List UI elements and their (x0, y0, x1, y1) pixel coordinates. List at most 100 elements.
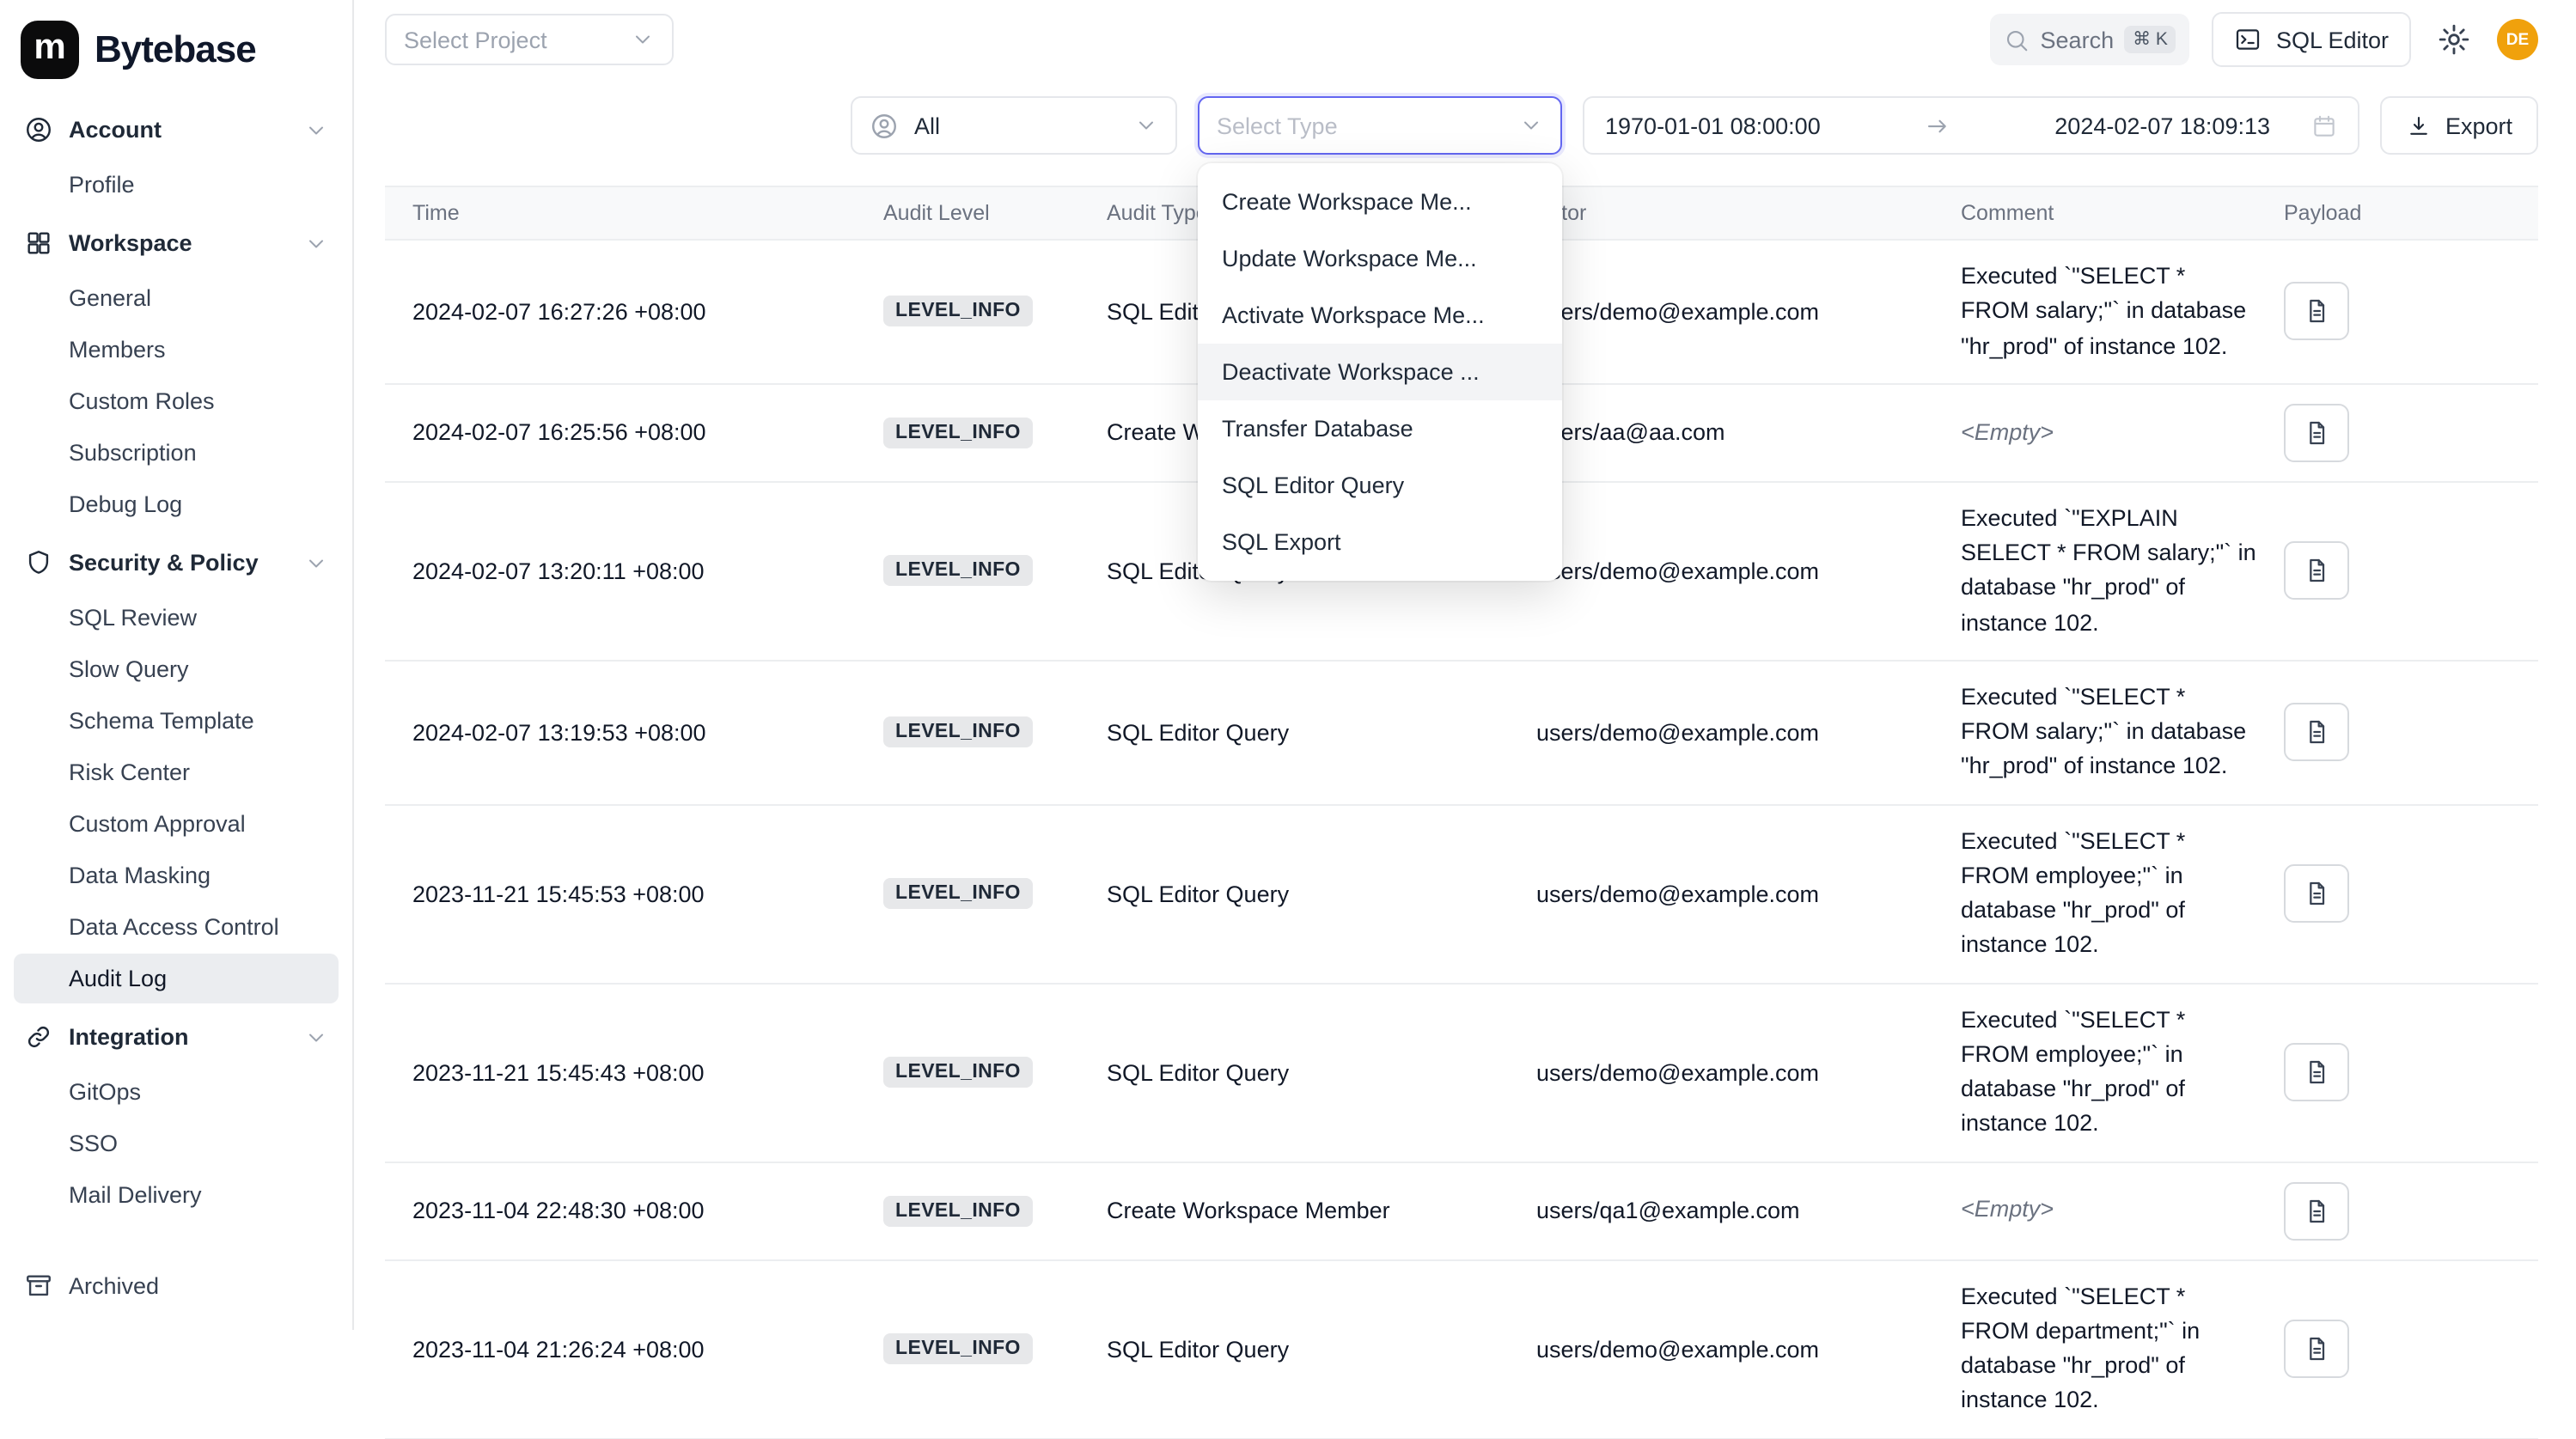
chevron-down-icon (1134, 113, 1158, 137)
table-row: 2023-11-21 15:45:43 +08:00LEVEL_INFOSQL … (385, 984, 2538, 1162)
cell-actor: users/demo@example.com (1536, 862, 1961, 925)
type-option-sql-export[interactable]: SQL Export (1198, 514, 1562, 570)
file-icon (2303, 419, 2330, 447)
sidebar-item-sso[interactable]: SSO (14, 1119, 339, 1168)
sidebar-item-schema-template[interactable]: Schema Template (14, 696, 339, 746)
cell-audit-type: SQL Editor Query (1107, 862, 1536, 925)
sidebar-group-account[interactable]: Account (14, 101, 339, 158)
file-icon (2303, 1058, 2330, 1086)
cell-actor: users/demo@example.com (1536, 540, 1961, 603)
filter-bar: All Select Type Create Workspace Me...Up… (385, 96, 2538, 155)
type-option-deactivate-workspace[interactable]: Deactivate Workspace ... (1198, 344, 1562, 400)
cell-comment: <Empty> (1961, 1174, 2284, 1247)
chevron-down-icon (304, 551, 328, 575)
table-row: 2023-11-21 15:45:53 +08:00LEVEL_INFOSQL … (385, 805, 2538, 984)
project-select[interactable]: Select Project (385, 14, 674, 65)
sidebar-item-members[interactable]: Members (14, 325, 339, 375)
file-icon (2303, 1335, 2330, 1363)
payload-view-button[interactable] (2284, 703, 2349, 761)
cell-actor: users/qa1@example.com (1536, 1179, 1961, 1242)
sidebar-item-data-access-control[interactable]: Data Access Control (14, 902, 339, 952)
sidebar-group-workspace[interactable]: Workspace (14, 215, 339, 271)
cell-time: 2023-11-21 15:45:53 +08:00 (412, 862, 883, 925)
sidebar-item-sql-review[interactable]: SQL Review (14, 593, 339, 643)
sidebar-item-general[interactable]: General (14, 273, 339, 323)
cell-time: 2024-02-07 13:19:53 +08:00 (412, 700, 883, 764)
date-range-picker[interactable]: 1970-01-01 08:00:00 2024-02-07 18:09:13 (1583, 96, 2359, 155)
col-time: Time (412, 201, 883, 225)
cell-audit-level: LEVEL_INFO (883, 859, 1107, 928)
sidebar-item-custom-roles[interactable]: Custom Roles (14, 376, 339, 426)
cell-comment: Executed `"SELECT * FROM department;"` i… (1961, 1260, 2284, 1437)
sidebar-group-security-policy[interactable]: Security & Policy (14, 534, 339, 591)
sidebar-item-data-masking[interactable]: Data Masking (14, 851, 339, 900)
sidebar-group-integration[interactable]: Integration (14, 1009, 339, 1065)
avatar-initials: DE (2506, 30, 2529, 49)
archived-label: Archived (69, 1273, 159, 1299)
type-option-create-workspace-me[interactable]: Create Workspace Me... (1198, 174, 1562, 230)
sidebar-item-mail-delivery[interactable]: Mail Delivery (14, 1170, 339, 1220)
payload-view-button[interactable] (2284, 1320, 2349, 1378)
level-badge: LEVEL_INFO (883, 1333, 1033, 1364)
sidebar-item-debug-log[interactable]: Debug Log (14, 479, 339, 529)
sidebar-item-audit-log[interactable]: Audit Log (14, 954, 339, 1003)
type-option-sql-editor-query[interactable]: SQL Editor Query (1198, 457, 1562, 514)
export-button[interactable]: Export (2380, 96, 2538, 155)
level-badge: LEVEL_INFO (883, 1195, 1033, 1226)
sidebar-item-profile[interactable]: Profile (14, 160, 339, 210)
cell-payload (2284, 1301, 2538, 1397)
cell-audit-type: Create Workspace Member (1107, 1179, 1536, 1242)
type-option-transfer-database[interactable]: Transfer Database (1198, 400, 1562, 457)
cell-time: 2024-02-07 16:27:26 +08:00 (412, 280, 883, 344)
cell-audit-type: SQL Editor Query (1107, 700, 1536, 764)
search-placeholder: Search (2041, 27, 2115, 52)
date-to[interactable]: 2024-02-07 18:09:13 (2054, 113, 2270, 138)
sql-editor-button[interactable]: SQL Editor (2213, 12, 2411, 67)
sidebar-nav: AccountProfileWorkspaceGeneralMembersCus… (0, 96, 352, 1256)
search-icon (2005, 27, 2030, 52)
brand-name: Bytebase (95, 27, 256, 72)
settings-button[interactable] (2433, 19, 2475, 60)
date-from[interactable]: 1970-01-01 08:00:00 (1605, 113, 1821, 138)
sidebar-group-label: Security & Policy (69, 550, 259, 576)
cell-audit-level: LEVEL_INFO (883, 1176, 1107, 1245)
sidebar-group-label: Integration (69, 1024, 189, 1050)
type-filter-placeholder: Select Type (1217, 113, 1338, 138)
type-option-update-workspace-me[interactable]: Update Workspace Me... (1198, 230, 1562, 287)
search-input[interactable]: Search ⌘ K (1991, 14, 2190, 65)
payload-view-button[interactable] (2284, 1181, 2349, 1240)
chevron-down-icon (1519, 113, 1543, 137)
archive-icon (24, 1271, 53, 1301)
cell-time: 2023-11-04 22:48:30 +08:00 (412, 1179, 883, 1242)
cell-audit-type: SQL Editor Query (1107, 1317, 1536, 1381)
file-icon (2303, 718, 2330, 746)
download-icon (2406, 113, 2432, 138)
sidebar-item-custom-approval[interactable]: Custom Approval (14, 799, 339, 849)
table-row: 2023-11-04 22:48:30 +08:00LEVEL_INFO Crea… (385, 1162, 2538, 1260)
payload-view-button[interactable] (2284, 542, 2349, 601)
sidebar-item-gitops[interactable]: GitOps (14, 1067, 339, 1117)
type-filter-select[interactable]: Select Type Create Workspace Me...Update… (1198, 96, 1562, 155)
content: All Select Type Create Workspace Me...Up… (354, 79, 2576, 1439)
sidebar-item-archived[interactable]: Archived (0, 1256, 352, 1316)
payload-view-button[interactable] (2284, 1043, 2349, 1101)
cell-audit-level: LEVEL_INFO (883, 1038, 1107, 1107)
col-audit-level: Audit Level (883, 201, 1107, 225)
cell-comment: Executed `"SELECT * FROM salary;"` in da… (1961, 241, 2284, 383)
brand[interactable]: m Bytebase (0, 14, 352, 96)
export-label: Export (2445, 113, 2512, 138)
sidebar-item-slow-query[interactable]: Slow Query (14, 644, 339, 694)
type-option-activate-workspace-me[interactable]: Activate Workspace Me... (1198, 287, 1562, 344)
payload-view-button[interactable] (2284, 864, 2349, 923)
cell-actor: users/demo@example.com (1536, 280, 1961, 344)
sidebar-group-label: Workspace (69, 230, 192, 256)
actor-filter-select[interactable]: All (851, 96, 1177, 155)
level-badge: LEVEL_INFO (883, 716, 1033, 747)
calendar-icon (2311, 113, 2337, 138)
sidebar-item-risk-center[interactable]: Risk Center (14, 747, 339, 797)
avatar[interactable]: DE (2497, 19, 2538, 60)
sidebar-item-subscription[interactable]: Subscription (14, 428, 339, 478)
level-badge: LEVEL_INFO (883, 296, 1033, 327)
payload-view-button[interactable] (2284, 404, 2349, 462)
payload-view-button[interactable] (2284, 283, 2349, 341)
